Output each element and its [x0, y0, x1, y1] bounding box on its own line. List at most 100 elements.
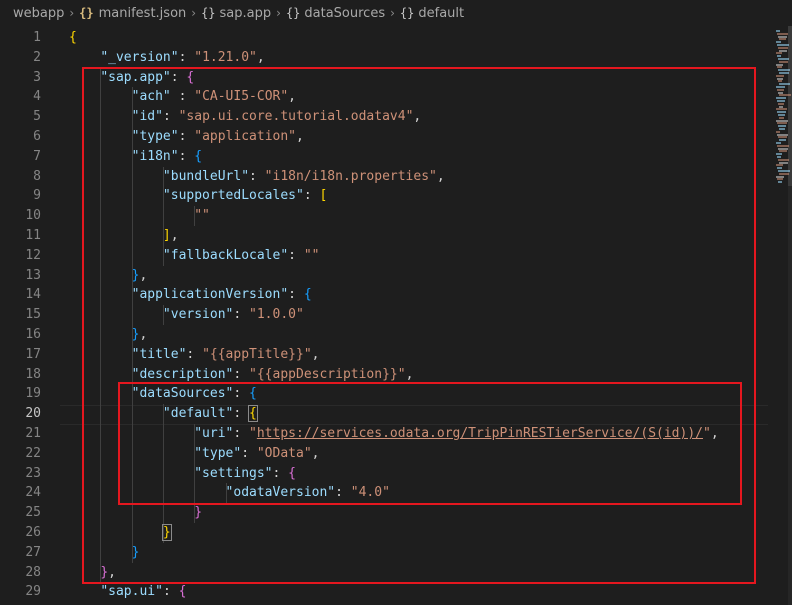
code-text[interactable]: "" — [69, 206, 210, 226]
code-text[interactable]: "sap.app": { — [69, 68, 194, 88]
code-text[interactable]: "odataVersion": "4.0" — [69, 483, 390, 503]
code-text[interactable]: "supportedLocales": [ — [69, 186, 327, 206]
code-token: { — [303, 287, 312, 303]
code-token: , — [413, 109, 422, 125]
code-token: } — [194, 505, 203, 521]
code-line[interactable]: 14 "applicationVersion": { — [0, 285, 792, 305]
code-text[interactable]: "default": { — [69, 404, 258, 424]
code-line[interactable]: 25 } — [0, 503, 792, 523]
code-token: } — [161, 524, 172, 541]
breadcrumb-folder[interactable]: webapp — [13, 6, 64, 21]
code-text[interactable]: ], — [69, 226, 179, 246]
code-line[interactable]: 3 "sap.app": { — [0, 68, 792, 88]
code-line[interactable]: 26 } — [0, 523, 792, 543]
minimap-line — [778, 136, 787, 139]
minimap-line — [777, 32, 788, 35]
code-line[interactable]: 21 "uri": "https://services.odata.org/Tr… — [0, 424, 792, 444]
breadcrumb-item-sap-app[interactable]: sap.app — [220, 6, 272, 21]
code-line[interactable]: 19 "dataSources": { — [0, 384, 792, 404]
code-token: : — [272, 465, 289, 481]
code-text[interactable]: "sap.ui": { — [69, 582, 186, 602]
code-text[interactable]: "title": "{{appTitle}}", — [69, 345, 320, 365]
line-number: 23 — [25, 465, 41, 481]
code-line[interactable]: 1{ — [0, 28, 792, 48]
breadcrumb-item-datasources[interactable]: dataSources — [304, 6, 385, 21]
object-icon: {} — [285, 6, 301, 20]
code-line[interactable]: 27 } — [0, 543, 792, 563]
code-text[interactable]: "dataSources": { — [69, 384, 257, 404]
code-line[interactable]: 4 "ach" : "CA-UI5-COR", — [0, 87, 792, 107]
minimap[interactable] — [774, 26, 792, 186]
code-text[interactable]: "description": "{{appDescription}}", — [69, 365, 414, 385]
code-token: : — [233, 366, 250, 382]
code-text[interactable]: }, — [69, 563, 116, 583]
minimap-line — [776, 119, 788, 122]
code-line[interactable]: 20 "default": { — [0, 404, 792, 424]
code-line[interactable]: 18 "description": "{{appDescription}}", — [0, 365, 792, 385]
code-line[interactable]: 8 "bundleUrl": "i18n/i18n.properties", — [0, 167, 792, 187]
code-text[interactable]: }, — [69, 266, 148, 286]
code-text[interactable]: "type": "application", — [69, 127, 304, 147]
breadcrumb-file[interactable]: manifest.json — [99, 6, 187, 21]
minimap-line — [778, 69, 790, 72]
code-text[interactable]: "bundleUrl": "i18n/i18n.properties", — [69, 167, 445, 187]
line-number: 17 — [25, 346, 41, 362]
minimap-line — [777, 111, 786, 114]
code-token: "id" — [131, 109, 163, 125]
code-token: "sap.ui" — [100, 584, 163, 600]
code-line[interactable]: 12 "fallbackLocale": "" — [0, 246, 792, 266]
code-text[interactable]: "version": "1.0.0" — [69, 305, 304, 325]
line-number: 15 — [25, 307, 41, 323]
code-token: "OData" — [256, 445, 312, 461]
code-line[interactable]: 2 "_version": "1.21.0", — [0, 48, 792, 68]
code-text[interactable]: "ach" : "CA-UI5-COR", — [69, 87, 296, 107]
code-token: : — [303, 188, 320, 204]
code-line[interactable]: 16 }, — [0, 325, 792, 345]
code-line[interactable]: 6 "type": "application", — [0, 127, 792, 147]
code-text[interactable]: "type": "OData", — [69, 444, 319, 464]
code-text[interactable]: "id": "sap.ui.core.tutorial.odatav4", — [69, 107, 422, 127]
code-text[interactable]: "i18n": { — [69, 147, 202, 167]
code-text[interactable]: "uri": "https://services.odata.org/TripP… — [69, 424, 718, 444]
code-line[interactable]: 28 }, — [0, 563, 792, 583]
code-text[interactable]: "fallbackLocale": "" — [69, 246, 320, 266]
code-line[interactable]: 9 "supportedLocales": [ — [0, 186, 792, 206]
code-line[interactable]: 10 "" — [0, 206, 792, 226]
code-text[interactable]: } — [69, 523, 172, 543]
code-token: : — [178, 148, 195, 164]
code-line[interactable]: 11 ], — [0, 226, 792, 246]
minimap-line — [777, 77, 783, 80]
code-text[interactable]: "settings": { — [69, 464, 296, 484]
minimap-line — [778, 147, 788, 150]
code-token: "" — [303, 247, 320, 263]
code-line[interactable]: 22 "type": "OData", — [0, 444, 792, 464]
code-token: "CA-UI5-COR" — [194, 89, 289, 105]
code-token: : — [178, 129, 195, 144]
code-line[interactable]: 15 "version": "1.0.0" — [0, 305, 792, 325]
code-line[interactable]: 13 }, — [0, 266, 792, 286]
code-text[interactable]: { — [69, 28, 77, 48]
code-editor[interactable]: webapp › {} manifest.json › {} sap.app ›… — [0, 0, 792, 605]
code-text[interactable]: } — [69, 543, 140, 563]
minimap-line — [779, 38, 786, 41]
code-text[interactable]: } — [69, 503, 202, 523]
code-line[interactable]: 5 "id": "sap.ui.core.tutorial.odatav4", — [0, 107, 792, 127]
code-text[interactable]: "applicationVersion": { — [69, 285, 312, 305]
line-number: 8 — [33, 168, 41, 184]
code-line[interactable]: 23 "settings": { — [0, 464, 792, 484]
object-icon: {} — [399, 6, 415, 20]
code-token: : — [162, 109, 179, 125]
code-line[interactable]: 7 "i18n": { — [0, 147, 792, 167]
code-text[interactable]: }, — [69, 325, 148, 345]
code-token: "dataSources" — [131, 386, 234, 402]
breadcrumb-item-default[interactable]: default — [418, 6, 464, 21]
code-line[interactable]: 29 "sap.ui": { — [0, 582, 792, 602]
code-text[interactable]: "_version": "1.21.0", — [69, 48, 264, 68]
code-line[interactable]: 24 "odataVersion": "4.0" — [0, 483, 792, 503]
code-line[interactable]: 17 "title": "{{appTitle}}", — [0, 345, 792, 365]
